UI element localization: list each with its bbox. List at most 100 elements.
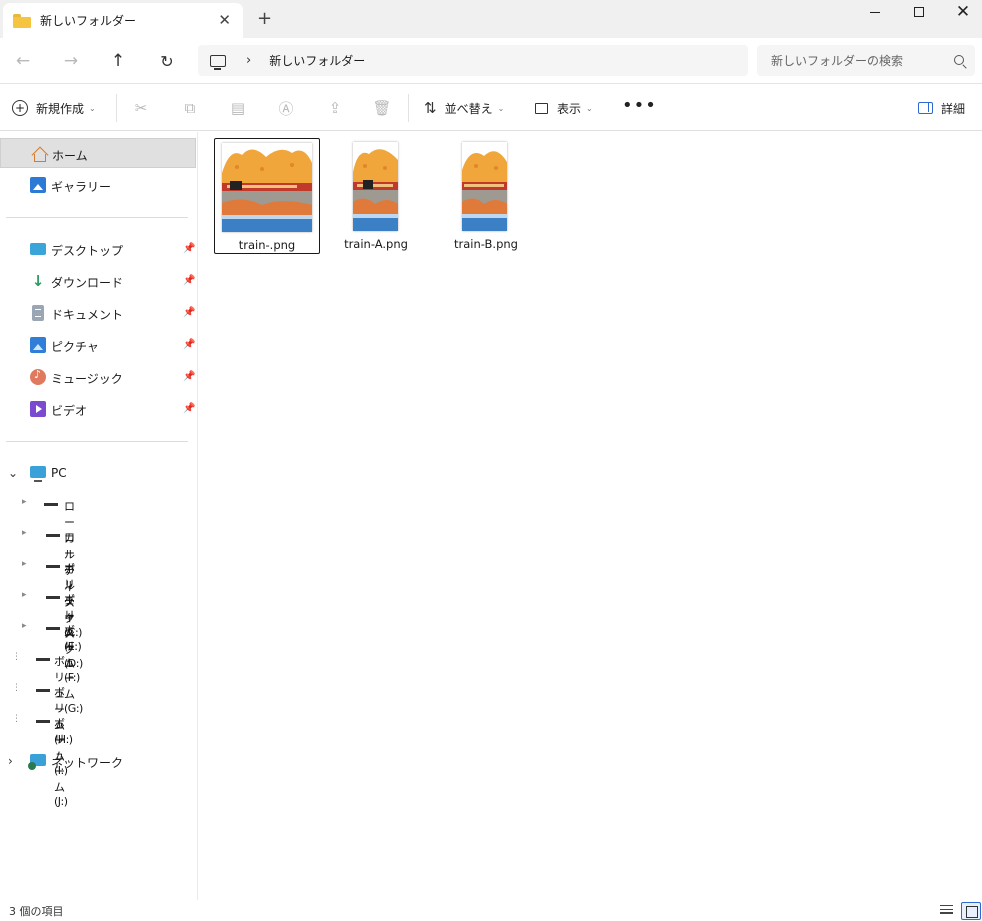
sidebar-item-desktop[interactable]: デスクトップ 📌: [0, 234, 196, 264]
image-thumbnail: [222, 143, 312, 232]
view-button[interactable]: 表示 ⌄: [535, 96, 593, 120]
chevron-down-icon: ⌄: [586, 103, 593, 113]
view-icon: [535, 102, 548, 114]
chevron-right-icon[interactable]: ⋮: [12, 683, 21, 693]
chevron-right-icon[interactable]: ▸: [22, 497, 27, 507]
details-pane-button[interactable]: 詳細: [918, 96, 965, 120]
sidebar-item-label: ホーム: [52, 149, 88, 163]
file-item[interactable]: train-A.png: [324, 138, 430, 254]
sidebar-item-documents[interactable]: ドキュメント 📌: [0, 298, 196, 328]
more-options-button[interactable]: •••: [622, 93, 657, 117]
command-bar: + 新規作成 ⌄ ✂ ⧉ ▤ Ⓐ ⇪ 🗑 ⇅ 並べ替え ⌄ 表示 ⌄ ••• 詳…: [0, 85, 982, 131]
sidebar-item-pictures[interactable]: ピクチャ 📌: [0, 330, 196, 360]
search-icon: [954, 55, 964, 65]
gallery-icon: [30, 177, 46, 193]
minimize-button[interactable]: [852, 0, 898, 24]
refresh-button[interactable]: ↻: [156, 50, 178, 72]
tab-label: 新しいフォルダー: [40, 14, 137, 28]
new-button[interactable]: + 新規作成 ⌄: [12, 96, 96, 120]
toolbar-divider: [408, 94, 409, 122]
sidebar-item-home[interactable]: ホーム: [0, 138, 196, 168]
rename-icon[interactable]: Ⓐ: [276, 98, 296, 118]
view-label: 表示: [557, 101, 582, 116]
toolbar-divider: [116, 94, 117, 122]
address-field[interactable]: › 新しいフォルダー: [198, 45, 748, 76]
delete-icon[interactable]: 🗑: [372, 98, 392, 118]
chevron-right-icon[interactable]: ▸: [22, 590, 27, 600]
chevron-down-icon: ⌄: [89, 103, 96, 113]
chevron-right-icon[interactable]: ▸: [22, 528, 27, 538]
sidebar-item-label: ダウンロード: [51, 276, 124, 290]
pin-icon[interactable]: 📌: [183, 275, 195, 286]
video-icon: [30, 401, 46, 417]
chevron-right-icon[interactable]: ▸: [22, 621, 27, 631]
large-icons-view-button[interactable]: [961, 902, 981, 920]
tab-current-folder[interactable]: 新しいフォルダー ✕: [3, 3, 243, 38]
chevron-right-icon[interactable]: ›: [8, 754, 13, 768]
sidebar-item-label: ピクチャ: [51, 340, 99, 354]
download-icon: ↓: [31, 272, 45, 290]
drive-icon: [36, 720, 50, 723]
sidebar-item-network[interactable]: › ネットワーク: [0, 746, 196, 776]
details-view-button[interactable]: [940, 905, 953, 916]
new-tab-button[interactable]: +: [257, 9, 272, 29]
copy-icon[interactable]: ⧉: [180, 98, 200, 118]
this-pc-icon[interactable]: [210, 54, 226, 70]
drive-icon: [44, 503, 58, 506]
sidebar-item-pc[interactable]: ⌄ PC: [0, 458, 196, 488]
chevron-right-icon[interactable]: ⋮: [12, 714, 21, 724]
pin-icon[interactable]: 📌: [183, 307, 195, 318]
sort-icon: ⇅: [424, 99, 437, 117]
navigation-pane: ホーム ギャラリー デスクトップ 📌 ↓ ダウンロード 📌 ドキュメント 📌 ピ…: [0, 132, 198, 900]
close-tab-icon[interactable]: ✕: [218, 11, 231, 29]
up-button[interactable]: ↑: [107, 50, 129, 72]
file-item[interactable]: train-B.png: [434, 138, 540, 254]
sort-button[interactable]: ⇅ 並べ替え ⌄: [424, 96, 504, 120]
chevron-right-icon[interactable]: ▸: [22, 559, 27, 569]
pin-icon[interactable]: 📌: [183, 403, 195, 414]
drive-icon: [36, 658, 50, 661]
title-bar: 新しいフォルダー ✕ + ✕: [0, 0, 982, 38]
file-item[interactable]: train-.png: [214, 138, 320, 254]
breadcrumb-current-folder[interactable]: 新しいフォルダー: [269, 52, 365, 69]
sidebar-item-label: ビデオ: [51, 404, 88, 418]
pc-icon: [30, 466, 46, 482]
drive-icon: [46, 534, 60, 537]
file-name: train-.png: [238, 238, 296, 252]
drive-icon: [46, 596, 60, 599]
sidebar-item-gallery[interactable]: ギャラリー: [0, 170, 196, 200]
forward-button[interactable]: →: [60, 50, 82, 72]
home-icon: [31, 146, 47, 162]
folder-icon: [13, 13, 31, 28]
sidebar-item-videos[interactable]: ビデオ 📌: [0, 394, 196, 424]
back-button[interactable]: ←: [12, 50, 34, 72]
network-icon: [28, 754, 46, 770]
desktop-icon: [30, 243, 46, 255]
paste-icon[interactable]: ▤: [228, 98, 248, 118]
sidebar-item-label: ドキュメント: [51, 308, 124, 322]
pin-icon[interactable]: 📌: [183, 243, 195, 254]
search-input[interactable]: 新しいフォルダーの検索: [757, 45, 975, 76]
drive-icon: [36, 689, 50, 692]
pin-icon[interactable]: 📌: [183, 371, 195, 382]
sidebar-item-music[interactable]: ミュージック 📌: [0, 362, 196, 392]
chevron-right-icon[interactable]: ⋮: [12, 652, 21, 662]
share-icon[interactable]: ⇪: [325, 98, 345, 118]
drive-icon: [46, 565, 60, 568]
file-name: train-A.png: [344, 237, 408, 251]
sort-label: 並べ替え: [444, 101, 493, 116]
new-label: 新規作成: [36, 101, 85, 116]
breadcrumb-chevron-icon[interactable]: ›: [246, 53, 251, 68]
pin-icon[interactable]: 📌: [183, 339, 195, 350]
cut-icon[interactable]: ✂: [131, 98, 151, 118]
chevron-down-icon[interactable]: ⌄: [8, 466, 18, 480]
close-window-button[interactable]: ✕: [940, 0, 982, 24]
sidebar-divider: [6, 217, 188, 218]
maximize-button[interactable]: [896, 0, 942, 24]
drive-icon: [46, 627, 60, 630]
minimize-icon: [870, 11, 880, 13]
sidebar-item-label: デスクトップ: [51, 244, 124, 258]
sidebar-item-downloads[interactable]: ↓ ダウンロード 📌: [0, 266, 196, 296]
music-icon: [30, 368, 46, 385]
sidebar-item-label: PC: [51, 466, 67, 480]
